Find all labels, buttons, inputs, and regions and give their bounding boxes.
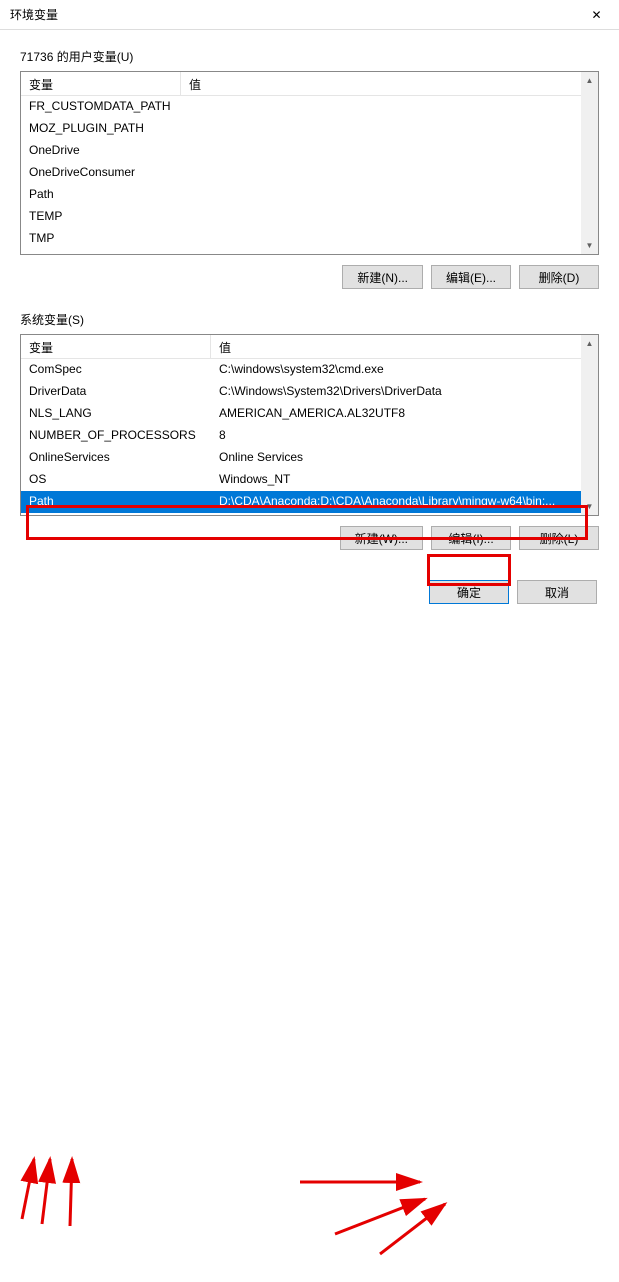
scroll-down-icon[interactable]: ▼ [581, 237, 598, 254]
user-vars-buttons: 新建(N)... 编辑(E)... 删除(D) [20, 265, 599, 289]
table-row[interactable]: FR_CUSTOMDATA_PATH [21, 96, 598, 118]
dialog-buttons: 确定 取消 [20, 580, 599, 604]
table-row[interactable]: TMP [21, 228, 598, 250]
col-header-variable[interactable]: 变量 [21, 335, 211, 358]
col-header-value[interactable]: 值 [181, 72, 598, 95]
table-row[interactable]: NUMBER_OF_PROCESSORS8 [21, 425, 598, 447]
var-value-cell: C:\windows\system32\cmd.exe [211, 359, 598, 381]
window-title: 环境变量 [10, 6, 58, 23]
table-row[interactable]: OnlineServicesOnline Services [21, 447, 598, 469]
close-icon: ✕ [591, 8, 601, 22]
annotation-arrows [0, 614, 619, 1282]
var-name-cell: OneDrive [21, 140, 181, 162]
col-header-variable[interactable]: 变量 [21, 72, 181, 95]
table-row[interactable]: TEMP [21, 206, 598, 228]
var-name-cell: OS [21, 469, 211, 491]
close-button[interactable]: ✕ [574, 0, 619, 30]
table-row[interactable]: Path [21, 184, 598, 206]
table-row[interactable]: ComSpecC:\windows\system32\cmd.exe [21, 359, 598, 381]
system-edit-button[interactable]: 编辑(I)... [431, 526, 511, 550]
var-value-cell [181, 162, 598, 184]
system-vars-scrollbar[interactable]: ▲ ▼ [581, 335, 598, 515]
user-vars-list[interactable]: 变量 值 FR_CUSTOMDATA_PATHMOZ_PLUGIN_PATHOn… [20, 71, 599, 255]
var-name-cell: OnlineServices [21, 447, 211, 469]
var-value-cell: 8 [211, 425, 598, 447]
table-row[interactable]: MOZ_PLUGIN_PATH [21, 118, 598, 140]
var-value-cell [181, 118, 598, 140]
var-value-cell: D:\CDA\Anaconda;D:\CDA\Anaconda\Library\… [211, 491, 598, 513]
var-name-cell: NLS_LANG [21, 403, 211, 425]
var-name-cell: Path [21, 491, 211, 513]
title-bar: 环境变量 ✕ [0, 0, 619, 30]
var-name-cell: FR_CUSTOMDATA_PATH [21, 96, 181, 118]
table-row[interactable]: DriverDataC:\Windows\System32\Drivers\Dr… [21, 381, 598, 403]
var-value-cell [181, 206, 598, 228]
var-name-cell: Path [21, 184, 181, 206]
table-row[interactable]: OneDrive [21, 140, 598, 162]
ok-button[interactable]: 确定 [429, 580, 509, 604]
table-row[interactable]: PathD:\CDA\Anaconda;D:\CDA\Anaconda\Libr… [21, 491, 598, 513]
var-name-cell: OneDriveConsumer [21, 162, 181, 184]
dialog-content: 71736 的用户变量(U) 变量 值 FR_CUSTOMDATA_PATHMO… [0, 30, 619, 614]
table-row[interactable]: OneDriveConsumer [21, 162, 598, 184]
var-value-cell [181, 228, 598, 250]
var-value-cell [181, 140, 598, 162]
var-value-cell [181, 184, 598, 206]
col-header-value[interactable]: 值 [211, 335, 598, 358]
var-name-cell: NUMBER_OF_PROCESSORS [21, 425, 211, 447]
cancel-button[interactable]: 取消 [517, 580, 597, 604]
user-new-button[interactable]: 新建(N)... [342, 265, 423, 289]
var-name-cell: ComSpec [21, 359, 211, 381]
var-value-cell: C:\Windows\System32\Drivers\DriverData [211, 381, 598, 403]
table-row[interactable]: NLS_LANGAMERICAN_AMERICA.AL32UTF8 [21, 403, 598, 425]
system-vars-label: 系统变量(S) [20, 311, 599, 328]
user-vars-scrollbar[interactable]: ▲ ▼ [581, 72, 598, 254]
var-name-cell: DriverData [21, 381, 211, 403]
system-delete-button[interactable]: 删除(L) [519, 526, 599, 550]
var-value-cell: Online Services [211, 447, 598, 469]
scroll-down-icon[interactable]: ▼ [581, 498, 598, 515]
table-row[interactable]: OSWindows_NT [21, 469, 598, 491]
var-name-cell: MOZ_PLUGIN_PATH [21, 118, 181, 140]
user-edit-button[interactable]: 编辑(E)... [431, 265, 511, 289]
user-vars-label: 71736 的用户变量(U) [20, 48, 599, 65]
system-vars-header: 变量 值 [21, 335, 598, 359]
var-value-cell [181, 96, 598, 118]
var-name-cell: TMP [21, 228, 181, 250]
scroll-up-icon[interactable]: ▲ [581, 72, 598, 89]
system-vars-list[interactable]: 变量 值 ComSpecC:\windows\system32\cmd.exeD… [20, 334, 599, 516]
system-new-button[interactable]: 新建(W)... [340, 526, 423, 550]
system-vars-buttons: 新建(W)... 编辑(I)... 删除(L) [20, 526, 599, 550]
var-name-cell: TEMP [21, 206, 181, 228]
var-value-cell: AMERICAN_AMERICA.AL32UTF8 [211, 403, 598, 425]
scroll-up-icon[interactable]: ▲ [581, 335, 598, 352]
user-delete-button[interactable]: 删除(D) [519, 265, 599, 289]
var-value-cell: Windows_NT [211, 469, 598, 491]
user-vars-header: 变量 值 [21, 72, 598, 96]
